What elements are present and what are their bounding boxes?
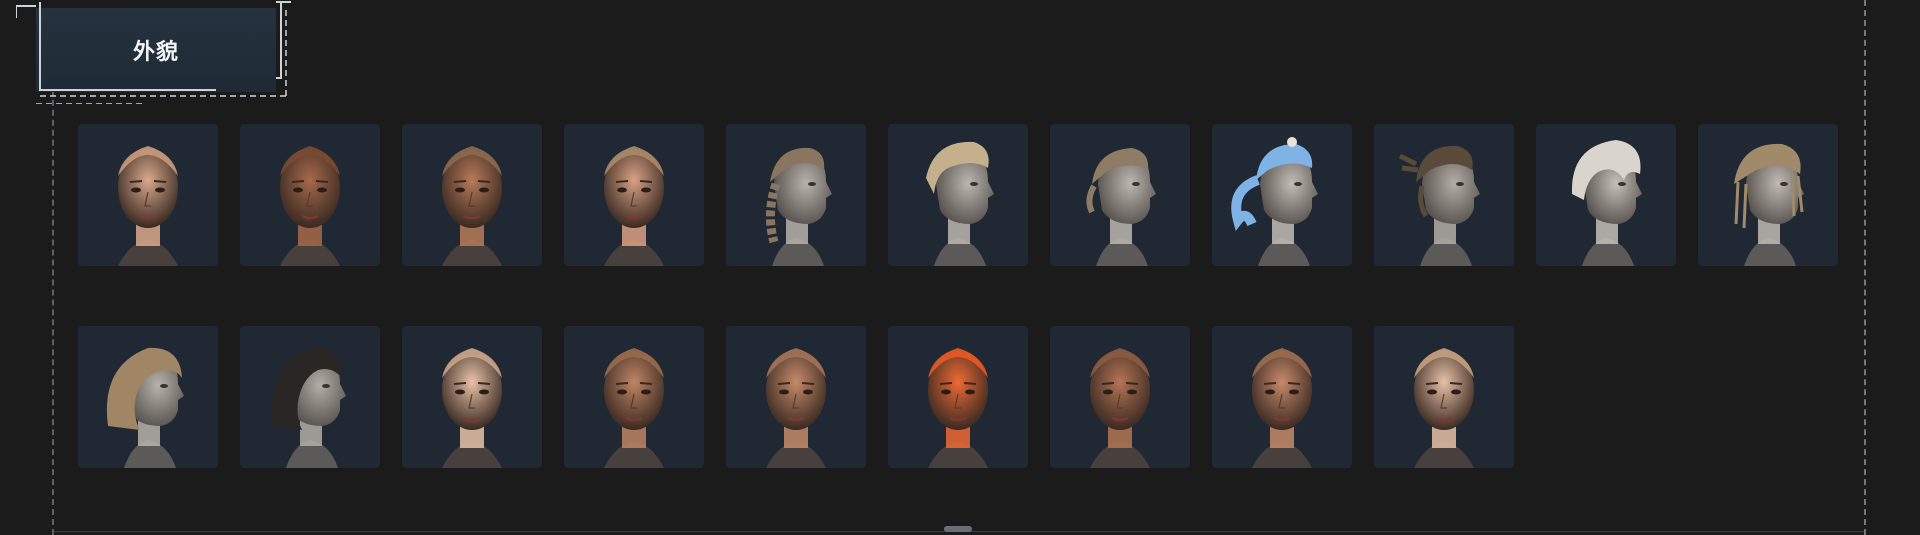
appearance-option-17[interactable] bbox=[888, 326, 1028, 468]
head-preview-icon bbox=[604, 348, 664, 468]
appearance-option-3[interactable] bbox=[402, 124, 542, 266]
appearance-option-1[interactable] bbox=[78, 124, 218, 266]
head-preview-icon bbox=[766, 348, 826, 468]
appearance-option-grid bbox=[78, 124, 1838, 468]
appearance-option-8[interactable] bbox=[1212, 124, 1352, 266]
head-preview-icon bbox=[1414, 348, 1474, 468]
head-preview-icon bbox=[1231, 137, 1318, 266]
appearance-tab-label: 外貌 bbox=[132, 40, 179, 65]
appearance-option-10[interactable] bbox=[1536, 124, 1676, 266]
appearance-option-11[interactable] bbox=[1698, 124, 1838, 266]
head-preview-icon bbox=[118, 146, 178, 266]
appearance-option-15[interactable] bbox=[564, 326, 704, 468]
head-preview-icon bbox=[766, 147, 832, 266]
head-preview-icon bbox=[926, 141, 994, 266]
appearance-option-18[interactable] bbox=[1050, 326, 1190, 468]
appearance-option-6[interactable] bbox=[888, 124, 1028, 266]
head-preview-icon bbox=[1398, 145, 1480, 266]
appearance-option-12[interactable] bbox=[78, 326, 218, 468]
appearance-tab[interactable]: 外貌 bbox=[12, 0, 294, 104]
appearance-option-14[interactable] bbox=[402, 326, 542, 468]
head-preview-icon bbox=[442, 348, 502, 468]
scroll-handle[interactable] bbox=[944, 526, 972, 532]
head-preview-icon bbox=[604, 146, 664, 266]
head-preview-icon bbox=[280, 146, 340, 266]
appearance-option-2[interactable] bbox=[240, 124, 380, 266]
frame-right-border bbox=[1864, 0, 1866, 535]
head-preview-icon bbox=[442, 146, 502, 266]
appearance-option-19[interactable] bbox=[1212, 326, 1352, 468]
appearance-option-4[interactable] bbox=[564, 124, 704, 266]
head-preview-icon bbox=[1090, 348, 1150, 468]
appearance-option-13[interactable] bbox=[240, 326, 380, 468]
head-preview-icon bbox=[1734, 143, 1804, 266]
head-preview-icon bbox=[928, 348, 988, 468]
head-preview-icon bbox=[271, 348, 346, 468]
head-preview-icon bbox=[1252, 348, 1312, 468]
head-preview-icon bbox=[106, 347, 184, 468]
appearance-option-5[interactable] bbox=[726, 124, 866, 266]
appearance-option-9[interactable] bbox=[1374, 124, 1514, 266]
appearance-option-16[interactable] bbox=[726, 326, 866, 468]
appearance-option-7[interactable] bbox=[1050, 124, 1190, 266]
appearance-option-20[interactable] bbox=[1374, 326, 1514, 468]
head-preview-icon bbox=[1571, 140, 1642, 266]
head-preview-icon bbox=[1086, 148, 1156, 266]
